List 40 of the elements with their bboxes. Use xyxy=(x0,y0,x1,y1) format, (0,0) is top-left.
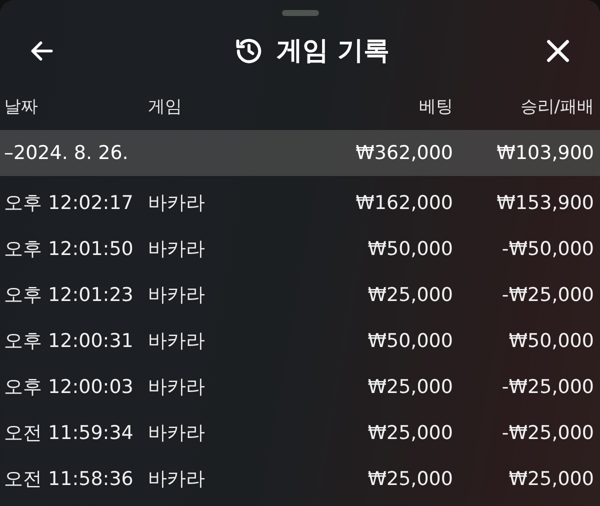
table-cell-text: 오전 11:59:34 xyxy=(4,420,134,446)
column-header: 날짜 xyxy=(4,96,38,120)
table-cell-text: ₩25,000 xyxy=(368,374,453,400)
table-cell-text: ₩25,000 xyxy=(368,466,453,492)
column-header: 게임 xyxy=(148,96,182,120)
column-header: 베팅 xyxy=(419,96,453,120)
window-title: 게임 기록 xyxy=(276,34,390,68)
table-cell-text: ₩153,900 xyxy=(496,190,594,216)
column-header: 승리/패배 xyxy=(520,96,594,120)
table-cell-text: 오전 11:58:36 xyxy=(4,466,134,492)
table-cell-text: 바카라 xyxy=(148,282,206,308)
table-cell-text: -₩25,000 xyxy=(502,282,594,308)
table-cell-text: –2024. 8. 26. xyxy=(4,140,130,166)
close-button[interactable] xyxy=(544,37,572,65)
table-cell-text: 오후 12:01:23 xyxy=(4,282,134,308)
table-cell-text: 오후 12:01:50 xyxy=(4,236,134,262)
table-cell-text: ₩50,000 xyxy=(368,328,453,354)
table-cell-text: 바카라 xyxy=(148,466,206,492)
table-cell-text: ₩103,900 xyxy=(496,140,594,166)
table-cell-text: ₩50,000 xyxy=(508,328,594,354)
table-cell-text: ₩25,000 xyxy=(368,282,453,308)
table-cell-text: 바카라 xyxy=(148,374,206,400)
table-cell-text: ₩362,000 xyxy=(356,140,453,166)
table-cell-text: -₩25,000 xyxy=(502,420,594,446)
table-cell-text: 바카라 xyxy=(148,328,206,354)
table-cell-text: ₩162,000 xyxy=(356,190,453,216)
table-cell-text: -₩50,000 xyxy=(502,236,594,262)
table-cell-text: 바카라 xyxy=(148,190,206,216)
table-cell-text: 바카라 xyxy=(148,420,206,446)
table-cell-text: ₩25,000 xyxy=(508,466,594,492)
table-cell-text: 오후 12:00:31 xyxy=(4,328,134,354)
close-icon xyxy=(544,37,572,65)
table-cell-text: ₩25,000 xyxy=(368,420,453,446)
table-cell-text: ₩50,000 xyxy=(368,236,453,262)
table-cell-text: 바카라 xyxy=(148,236,206,262)
table-cell-text: 오후 12:00:03 xyxy=(4,374,134,400)
drag-handle[interactable] xyxy=(282,10,318,16)
table-cell-text: -₩25,000 xyxy=(502,374,594,400)
table-cell-text: 오후 12:02:17 xyxy=(4,190,134,216)
date-group-row[interactable]: –2024. 8. 26. ₩362,000 ₩103,900 xyxy=(0,130,600,176)
